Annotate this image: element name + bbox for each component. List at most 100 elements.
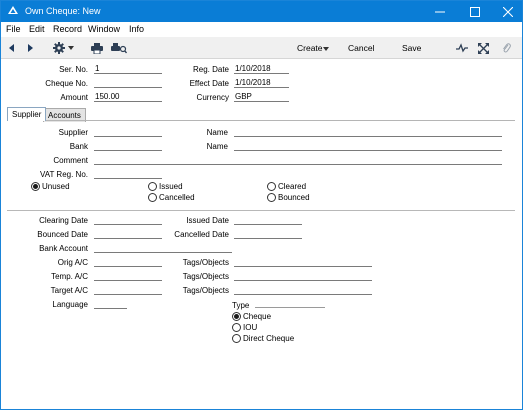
settings-menu-button[interactable]: [53, 41, 74, 55]
status-bounced-label: Bounced: [278, 193, 310, 202]
previous-record-button[interactable]: [8, 41, 16, 55]
status-cleared-label: Cleared: [278, 182, 307, 191]
status-cancelled-label: Cancelled: [159, 193, 195, 202]
gear-icon: [53, 42, 65, 54]
clearing-date-label: Clearing Date: [39, 216, 88, 225]
status-unused-radio[interactable]: Unused: [31, 182, 70, 191]
expand-button[interactable]: [478, 41, 489, 55]
radio-empty-icon: [267, 182, 276, 191]
name-label-1: Name: [206, 128, 228, 137]
supplier-name-field[interactable]: [234, 127, 502, 137]
print-preview-icon: [111, 42, 127, 53]
menu-window[interactable]: Window: [88, 24, 120, 34]
bank-account-field[interactable]: [94, 243, 232, 253]
status-issued-radio[interactable]: Issued: [148, 182, 183, 191]
effect-date-field[interactable]: 1/10/2018: [234, 78, 289, 88]
own-cheque-window: Own Cheque: New File Edit Record Window …: [0, 0, 523, 410]
radio-empty-icon: [232, 323, 241, 332]
pulse-button[interactable]: [456, 41, 468, 55]
type-direct-cheque-radio[interactable]: Direct Cheque: [232, 334, 294, 343]
orig-ac-field[interactable]: [94, 257, 162, 267]
printer-icon: [91, 42, 103, 54]
expand-icon: [478, 42, 489, 54]
vat-reg-no-label: VAT Reg. No.: [39, 170, 88, 179]
toolbar: Create Cancel Save: [1, 37, 522, 59]
title-bar: Own Cheque: New: [1, 1, 522, 22]
tab-supplier[interactable]: Supplier: [7, 107, 47, 121]
status-unused-label: Unused: [42, 182, 70, 191]
window-title: Own Cheque: New: [25, 6, 101, 16]
comment-label: Comment: [53, 156, 88, 165]
radio-empty-icon: [148, 182, 157, 191]
issued-date-field[interactable]: [234, 215, 302, 225]
temp-ac-label: Temp. A/C: [51, 272, 88, 281]
menu-info[interactable]: Info: [129, 24, 144, 34]
reg-date-label: Reg. Date: [192, 65, 229, 74]
bank-field[interactable]: [94, 141, 162, 151]
create-button[interactable]: Create: [297, 43, 323, 53]
maximize-button[interactable]: [460, 1, 490, 22]
menu-edit[interactable]: Edit: [29, 24, 45, 34]
tags-objects-field-3[interactable]: [234, 285, 372, 295]
target-ac-label: Target A/C: [50, 286, 88, 295]
save-button[interactable]: Save: [402, 43, 421, 53]
paperclip-icon: [503, 43, 511, 53]
tags-objects-field-1[interactable]: [234, 257, 372, 267]
create-label: Create: [297, 43, 323, 53]
currency-field[interactable]: GBP: [234, 92, 289, 102]
bounced-date-label: Bounced Date: [37, 230, 88, 239]
status-issued-label: Issued: [159, 182, 183, 191]
vat-reg-no-field[interactable]: [94, 169, 162, 179]
type-cheque-radio[interactable]: Cheque: [232, 312, 271, 321]
comment-field[interactable]: [94, 155, 502, 165]
reg-date-field[interactable]: 1/10/2018: [234, 64, 289, 74]
radio-selected-icon: [232, 312, 241, 321]
tags-objects-field-2[interactable]: [234, 271, 372, 281]
type-iou-radio[interactable]: IOU: [232, 323, 257, 332]
amount-label: Amount: [60, 93, 88, 102]
supplier-field[interactable]: [94, 127, 162, 137]
cheque-no-field[interactable]: [94, 78, 162, 88]
cancelled-date-field[interactable]: [234, 229, 302, 239]
clearing-date-field[interactable]: [94, 215, 162, 225]
bank-account-label: Bank Account: [39, 244, 88, 253]
menu-record[interactable]: Record: [53, 24, 82, 34]
print-button[interactable]: [91, 41, 103, 55]
maximize-icon: [470, 6, 480, 17]
print-preview-button[interactable]: [111, 41, 127, 55]
section-divider: [7, 210, 515, 211]
status-cleared-radio[interactable]: Cleared: [267, 182, 306, 191]
type-underline: [255, 307, 325, 308]
name-label-2: Name: [206, 142, 228, 151]
amount-field[interactable]: 150.00: [94, 92, 162, 102]
target-ac-field[interactable]: [94, 285, 162, 295]
bank-label: Bank: [69, 142, 88, 151]
attachment-button[interactable]: [502, 41, 511, 55]
bank-name-field[interactable]: [234, 141, 502, 151]
supplier-label: Supplier: [58, 128, 88, 137]
language-label: Language: [52, 300, 88, 309]
orig-ac-label: Orig A/C: [57, 258, 88, 267]
cancelled-date-label: Cancelled Date: [174, 230, 229, 239]
chevron-down-icon: [68, 46, 74, 50]
type-direct-cheque-label: Direct Cheque: [243, 334, 295, 343]
menu-file[interactable]: File: [6, 24, 21, 34]
tags-objects-label-2: Tags/Objects: [182, 272, 229, 281]
radio-selected-icon: [31, 182, 40, 191]
temp-ac-field[interactable]: [94, 271, 162, 281]
bounced-date-field[interactable]: [94, 229, 162, 239]
ser-no-field[interactable]: 1: [94, 64, 162, 74]
next-record-button[interactable]: [26, 41, 34, 55]
status-cancelled-radio[interactable]: Cancelled: [148, 193, 195, 202]
language-field[interactable]: [94, 299, 127, 309]
radio-empty-icon: [267, 193, 276, 202]
issued-date-label: Issued Date: [186, 216, 229, 225]
ser-no-label: Ser. No.: [59, 65, 88, 74]
type-label: Type: [232, 301, 250, 310]
tab-divider: [7, 120, 515, 121]
close-button[interactable]: [493, 1, 523, 22]
status-bounced-radio[interactable]: Bounced: [267, 193, 310, 202]
minimize-button[interactable]: [425, 1, 455, 22]
cancel-button[interactable]: Cancel: [348, 43, 374, 53]
minimize-icon: [435, 11, 445, 12]
